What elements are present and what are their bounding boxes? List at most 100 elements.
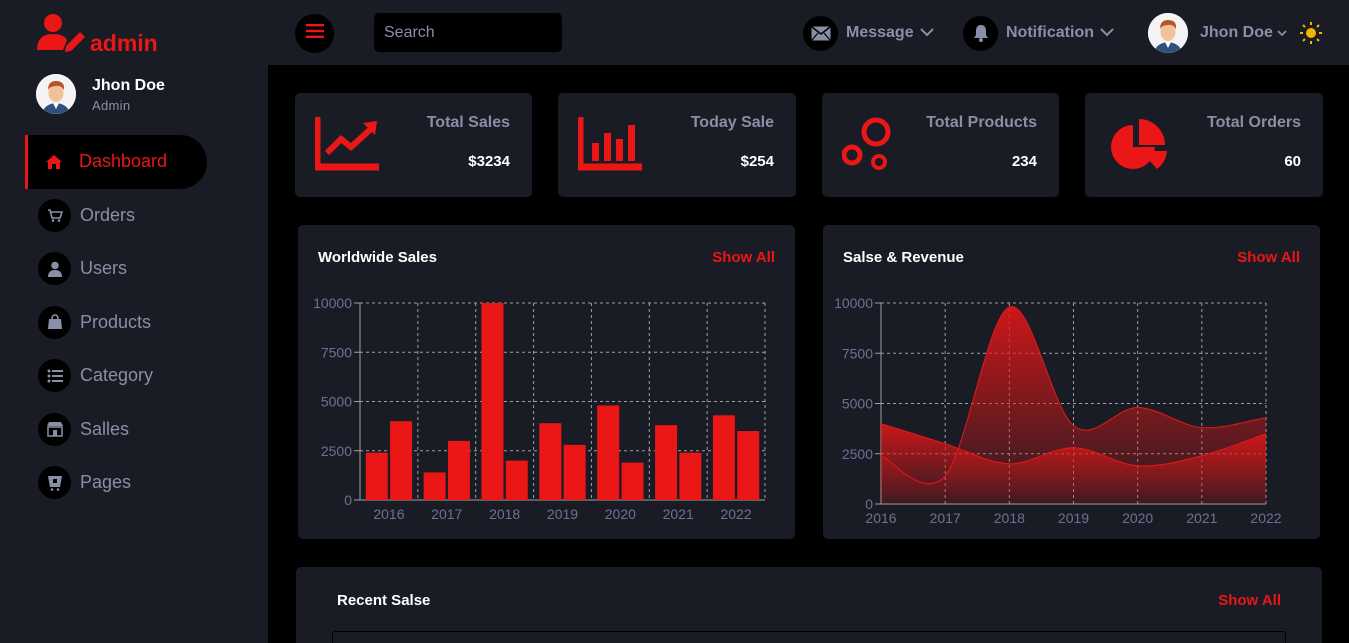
bell-icon [963, 15, 998, 51]
y-tick-label: 2500 [842, 446, 873, 462]
sidebar-item-label: Dashboard [79, 151, 168, 172]
stat-card-today-sale: Today Sale $254 [558, 93, 796, 197]
store-icon [38, 412, 71, 446]
y-tick-label: 10000 [834, 295, 873, 311]
y-tick-label: 7500 [842, 345, 873, 361]
bar [423, 472, 446, 500]
sidebar-item-category[interactable]: Category [25, 349, 268, 403]
home-icon [43, 145, 65, 178]
avatar [36, 74, 76, 114]
bubbles-icon [841, 115, 908, 176]
stat-value: $254 [740, 153, 774, 170]
y-tick-label: 0 [344, 492, 352, 508]
y-tick-label: 7500 [321, 344, 352, 360]
x-tick-label: 2019 [547, 506, 578, 522]
message-label: Message [846, 24, 914, 41]
x-tick-label: 2017 [930, 510, 961, 526]
menu-toggle-button[interactable] [295, 14, 334, 53]
sidebar-item-orders[interactable]: Orders [25, 189, 268, 243]
user-label: Jhon Doe [1200, 24, 1273, 41]
y-tick-label: 2500 [321, 443, 352, 459]
x-tick-label: 2021 [663, 506, 694, 522]
sidebar-item-label: Salles [80, 418, 130, 439]
x-tick-label: 2016 [373, 506, 404, 522]
sidebar: admin Jhon Doe Admin Dashboard Orders Us… [0, 0, 268, 643]
hamburger-icon [305, 24, 324, 43]
bar [390, 421, 413, 500]
x-tick-label: 2018 [994, 510, 1025, 526]
stat-value: $3234 [468, 153, 510, 170]
chevron-down-icon [919, 24, 934, 42]
topbar: Message Notification Jhon Doe [268, 0, 1349, 65]
bar [737, 431, 760, 500]
y-tick-label: 5000 [842, 396, 873, 412]
x-tick-label: 2018 [489, 506, 520, 522]
user-icon [38, 252, 71, 286]
sidebar-item-dashboard[interactable]: Dashboard [25, 135, 207, 189]
line-chart-icon [313, 115, 381, 176]
stat-value: 60 [1284, 153, 1301, 170]
sidebar-item-label: Users [80, 258, 128, 279]
stat-value: 234 [1011, 153, 1037, 170]
sidebar-item-label: Products [80, 311, 152, 332]
notification-label: Notification [1006, 24, 1094, 41]
sidebar-item-pages[interactable]: Pages [25, 456, 268, 510]
bar [539, 423, 562, 500]
envelope-icon [803, 15, 838, 51]
brand-logo[interactable]: admin [36, 12, 158, 57]
worldwide-sales-chart: 0 2500 5000 7500 10000 2016 2017 2018 2019 2020 20… [313, 295, 766, 522]
stat-card-total-sales: Total Sales $3234 [295, 93, 532, 197]
cart-icon [38, 198, 71, 232]
list-icon [38, 359, 71, 393]
x-tick-label: 2017 [431, 506, 462, 522]
bar-chart-icon [576, 115, 644, 176]
stat-title: Today Sale [690, 114, 774, 131]
bar [447, 440, 470, 500]
sales-revenue-chart: 0250050007500100002016 2017 2018 2019 2020 20… [834, 295, 1282, 526]
search-input[interactable] [374, 13, 562, 52]
bar [655, 425, 678, 500]
file-icon [38, 466, 71, 500]
sales-revenue-panel: Salse & Revenue Show All 0 2500 5000 7500 10… [823, 225, 1320, 539]
stat-card-total-orders: Total Orders 60 [1085, 93, 1323, 197]
bar [505, 460, 528, 500]
sun-icon[interactable] [1300, 22, 1322, 49]
panel-title: Recent Salse [337, 592, 431, 609]
bar [365, 452, 388, 500]
sidebar-item-label: Orders [80, 204, 136, 225]
profile-name: Jhon Doe [92, 76, 165, 94]
bar [712, 415, 735, 500]
sidebar-profile[interactable]: Jhon Doe Admin [36, 74, 165, 114]
show-all-link[interactable]: Show All [1218, 592, 1281, 609]
x-tick-label: 2016 [865, 510, 896, 526]
bar [563, 444, 586, 500]
y-tick-label: 5000 [321, 394, 352, 410]
sidebar-item-products[interactable]: Products [25, 296, 268, 350]
worldwide-sales-panel: Worldwide Sales Show All 0 2500 5000 7500 10… [298, 225, 795, 539]
sidebar-nav: Dashboard Orders Users Products Category [25, 135, 268, 510]
stat-title: Total Sales [426, 114, 510, 131]
sidebar-item-salles[interactable]: Salles [25, 403, 268, 457]
user-dropdown[interactable]: Jhon Doe [1148, 13, 1287, 53]
message-dropdown[interactable]: Message [803, 14, 934, 52]
bar [481, 303, 504, 500]
stat-title: Total Orders [1207, 114, 1301, 131]
bar [597, 405, 620, 500]
sidebar-item-label: Pages [80, 472, 132, 493]
recent-sales-panel: Recent Salse Show All [296, 567, 1322, 643]
stat-title: Total Products [926, 114, 1037, 131]
x-tick-label: 2020 [1122, 510, 1153, 526]
brand-name: admin [90, 30, 158, 56]
notification-dropdown[interactable]: Notification [963, 14, 1114, 52]
pie-chart-icon [1105, 115, 1171, 180]
recent-sales-table [332, 631, 1286, 643]
x-tick-label: 2022 [720, 506, 751, 522]
x-tick-label: 2022 [1250, 510, 1281, 526]
bar [621, 462, 644, 500]
bar [679, 452, 702, 500]
chevron-down-icon [1100, 24, 1114, 42]
sidebar-item-users[interactable]: Users [25, 242, 268, 296]
chevron-down-icon [1277, 24, 1287, 42]
sidebar-item-label: Category [80, 365, 154, 386]
avatar [1148, 13, 1188, 53]
